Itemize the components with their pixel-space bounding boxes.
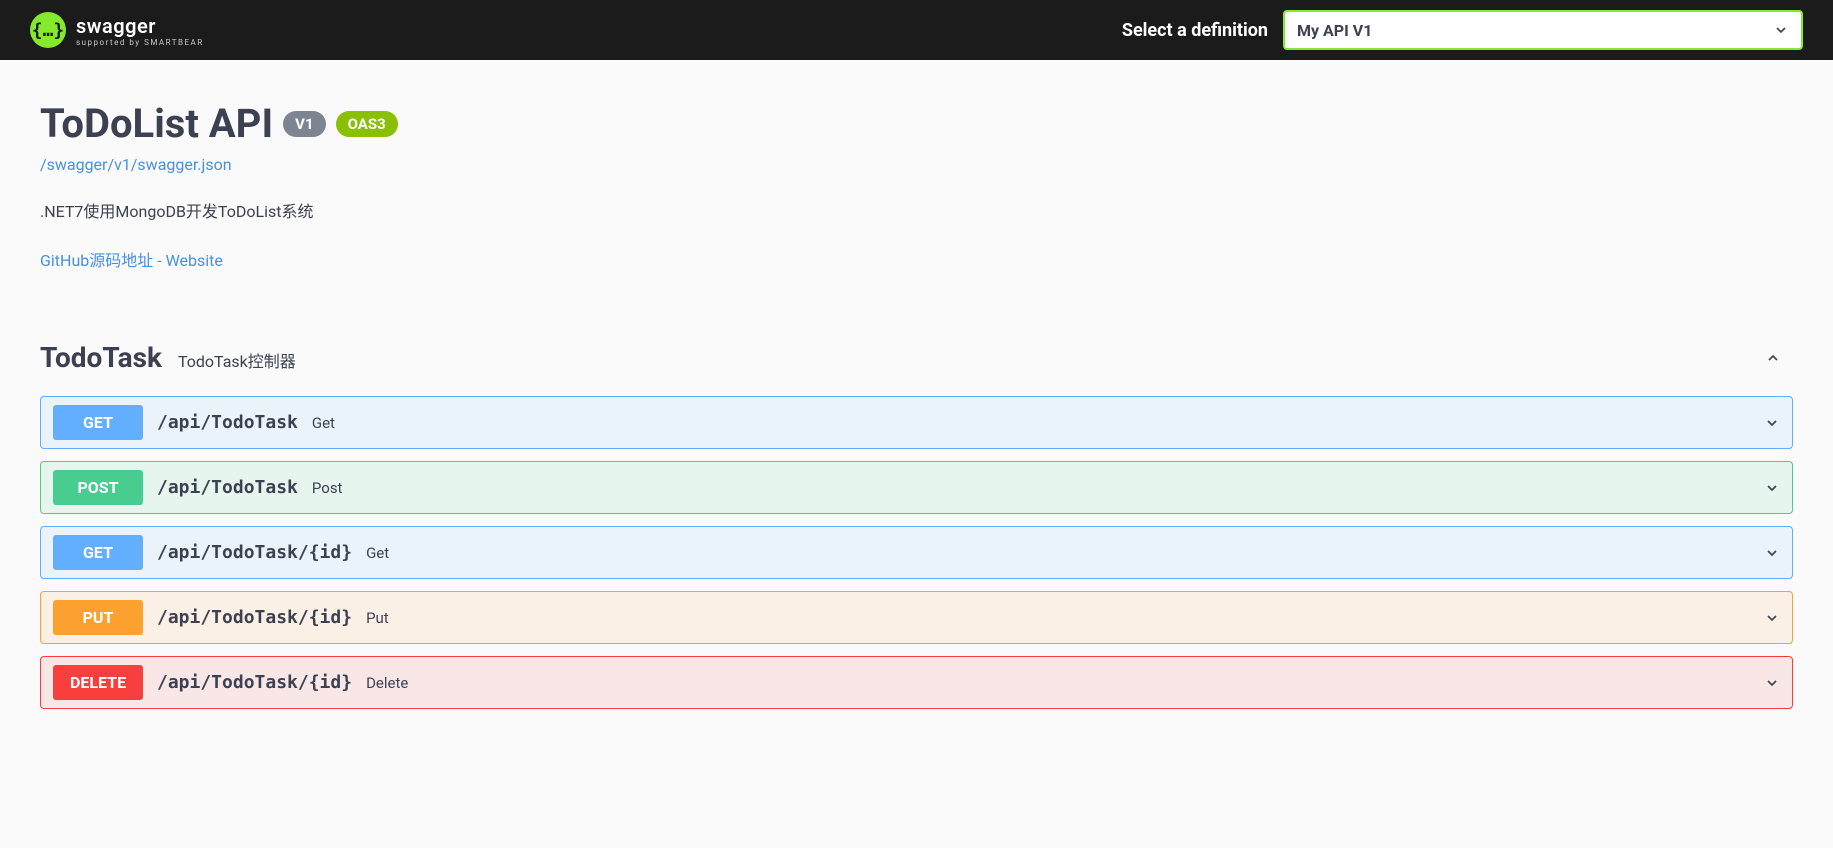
operation-row[interactable]: GET/api/TodoTask/{id} Get xyxy=(40,526,1793,579)
logo-text: swagger supported by SMARTBEAR xyxy=(76,14,204,47)
chevron-down-icon xyxy=(1764,415,1780,431)
oas-badge: OAS3 xyxy=(336,111,398,137)
tag-header[interactable]: TodoTask TodoTask控制器 xyxy=(40,331,1793,384)
method-badge: GET xyxy=(53,405,143,440)
method-badge: PUT xyxy=(53,600,143,635)
definition-selector: Select a definition My API V1 xyxy=(1122,10,1803,50)
api-title-row: ToDoList API V1 OAS3 xyxy=(40,100,1793,147)
operation-row[interactable]: DELETE/api/TodoTask/{id} Delete xyxy=(40,656,1793,709)
tag-desc: TodoTask控制器 xyxy=(178,348,296,372)
operation-left: POST/api/TodoTask Post xyxy=(53,470,342,505)
operation-path: /api/TodoTask xyxy=(157,477,298,498)
contact-website-link[interactable]: GitHub源码地址 - Website xyxy=(40,251,223,270)
topbar: {…} swagger supported by SMARTBEAR Selec… xyxy=(0,0,1833,60)
logo-sub: supported by SMARTBEAR xyxy=(76,38,204,47)
method-badge: DELETE xyxy=(53,665,143,700)
api-title: ToDoList API xyxy=(40,100,273,147)
operation-summary: Put xyxy=(366,609,389,627)
definition-select[interactable]: My API V1 xyxy=(1283,10,1803,50)
method-badge: POST xyxy=(53,470,143,505)
operation-path: /api/TodoTask/{id} xyxy=(157,607,352,628)
logo[interactable]: {…} swagger supported by SMARTBEAR xyxy=(30,12,204,48)
operation-path: /api/TodoTask/{id} xyxy=(157,672,352,693)
operation-path: /api/TodoTask/{id} xyxy=(157,542,352,563)
spec-link[interactable]: /swagger/v1/swagger.json xyxy=(40,155,1793,174)
definition-select-value: My API V1 xyxy=(1297,21,1372,40)
operation-left: PUT/api/TodoTask/{id} Put xyxy=(53,600,389,635)
operation-summary: Get xyxy=(312,414,335,432)
operation-summary: Get xyxy=(366,544,389,562)
tag-name: TodoTask xyxy=(40,341,162,374)
version-badge: V1 xyxy=(283,111,325,137)
operation-left: DELETE/api/TodoTask/{id} Delete xyxy=(53,665,408,700)
operation-summary: Delete xyxy=(366,674,408,692)
chevron-down-icon xyxy=(1764,545,1780,561)
chevron-up-icon xyxy=(1765,350,1781,366)
chevron-down-icon xyxy=(1773,22,1789,38)
operation-summary: Post xyxy=(312,479,343,497)
content: ToDoList API V1 OAS3 /swagger/v1/swagger… xyxy=(0,60,1833,749)
chevron-down-icon xyxy=(1764,610,1780,626)
definition-label: Select a definition xyxy=(1122,20,1268,41)
tag-header-left: TodoTask TodoTask控制器 xyxy=(40,341,296,374)
swagger-logo-icon: {…} xyxy=(30,12,66,48)
chevron-down-icon xyxy=(1764,480,1780,496)
chevron-down-icon xyxy=(1764,675,1780,691)
method-badge: GET xyxy=(53,535,143,570)
tag-section: TodoTask TodoTask控制器 GET/api/TodoTask Get… xyxy=(40,331,1793,709)
operation-row[interactable]: GET/api/TodoTask Get xyxy=(40,396,1793,449)
api-description: .NET7使用MongoDB开发ToDoList系统 xyxy=(40,198,1793,222)
operation-left: GET/api/TodoTask Get xyxy=(53,405,335,440)
operation-row[interactable]: POST/api/TodoTask Post xyxy=(40,461,1793,514)
operation-path: /api/TodoTask xyxy=(157,412,298,433)
operation-row[interactable]: PUT/api/TodoTask/{id} Put xyxy=(40,591,1793,644)
contact-links: GitHub源码地址 - Website xyxy=(40,247,1793,271)
operation-left: GET/api/TodoTask/{id} Get xyxy=(53,535,389,570)
logo-main: swagger xyxy=(76,14,204,38)
operations-list: GET/api/TodoTask Get POST/api/TodoTask Post… xyxy=(40,396,1793,709)
